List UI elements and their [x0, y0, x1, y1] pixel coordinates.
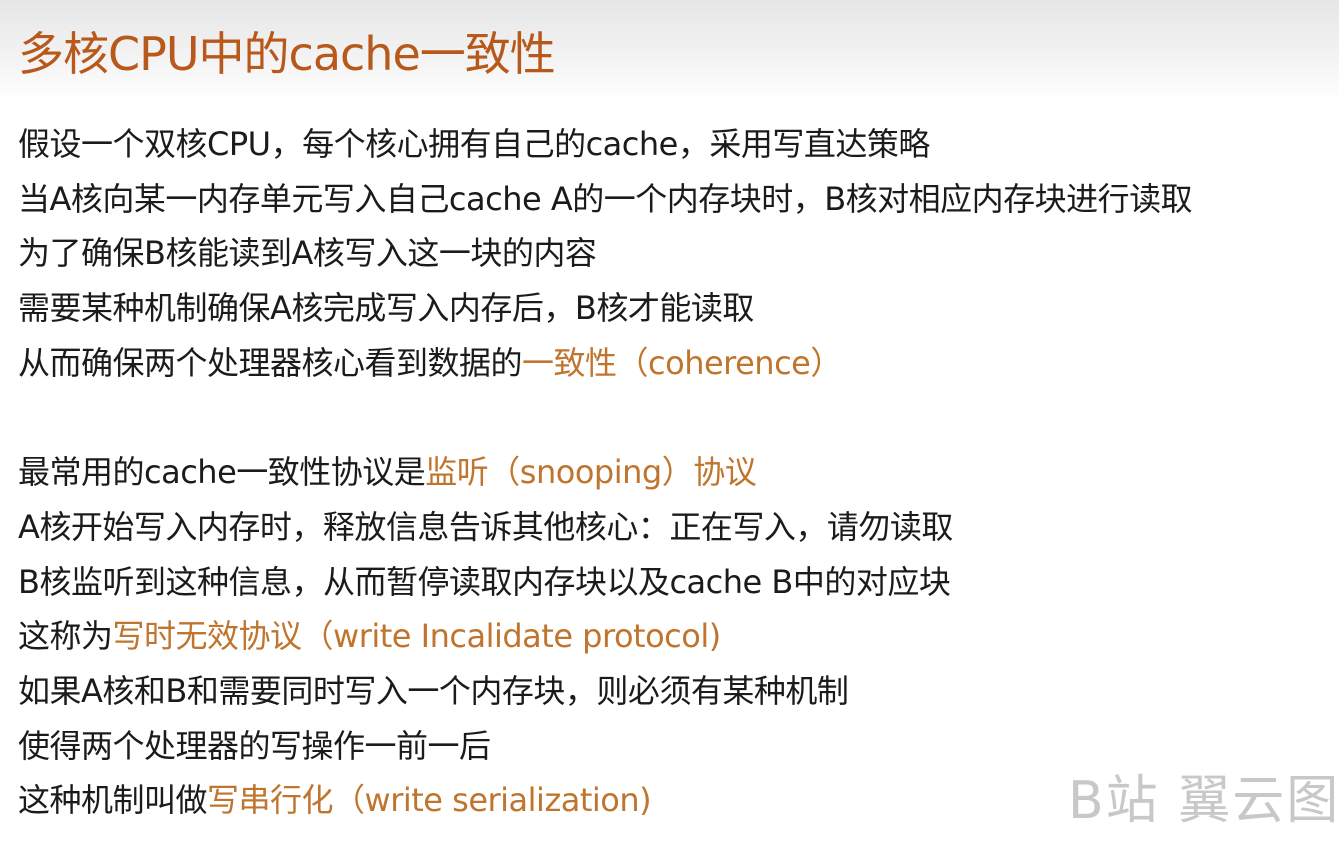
text-line: A核开始写入内存时，释放信息告诉其他核心：正在写入，请勿读取: [18, 500, 1333, 555]
highlight-term: 一致性（coherence）: [522, 343, 842, 382]
line-text: 这称为: [18, 617, 113, 656]
line-text: A核开始写入内存时，释放信息告诉其他核心：正在写入，请勿读取: [18, 507, 953, 546]
text-line: 从而确保两个处理器核心看到数据的一致性（coherence）: [18, 336, 1333, 391]
text-line: 当A核向某一内存单元写入自己cache A的一个内存块时，B核对相应内存块进行读…: [18, 172, 1333, 227]
line-text: 使得两个处理器的写操作一前一后: [18, 726, 491, 765]
slide-title: 多核CPU中的cache一致性: [18, 27, 556, 81]
slide-content: 假设一个双核CPU，每个核心拥有自己的cache，采用写直达策略 当A核向某一内…: [18, 117, 1333, 828]
line-text: 假设一个双核CPU，每个核心拥有自己的cache，采用写直达策略: [18, 125, 930, 163]
text-line: 最常用的cache一致性协议是监听（snooping）协议: [18, 445, 1333, 500]
line-text: 这种机制叫做: [18, 781, 208, 820]
text-line: B核监听到这种信息，从而暂停读取内存块以及cache B中的对应块: [18, 555, 1333, 610]
text-line: 如果A核和B和需要同时写入一个内存块，则必须有某种机制: [18, 664, 1333, 719]
text-line: 这称为写时无效协议（write Incalidate protocol): [18, 609, 1333, 664]
title-bar: 多核CPU中的cache一致性: [0, 0, 1339, 104]
text-line: 为了确保B核能读到A核写入这一块的内容: [18, 226, 1333, 281]
line-text: 需要某种机制确保A核完成写入内存后，B核才能读取: [18, 289, 754, 328]
line-text: 从而确保两个处理器核心看到数据的: [18, 343, 523, 382]
text-line: 需要某种机制确保A核完成写入内存后，B核才能读取: [18, 281, 1333, 336]
line-text: B核监听到这种信息，从而暂停读取内存块以及cache B中的对应块: [18, 562, 951, 601]
line-text: 为了确保B核能读到A核写入这一块的内容: [18, 234, 597, 273]
highlight-term: 写串行化（write serialization): [207, 781, 652, 820]
highlight-term: 监听（snooping）协议: [425, 453, 757, 492]
line-text: 最常用的cache一致性协议是: [18, 453, 426, 492]
highlight-term: 写时无效协议（write Incalidate protocol): [112, 617, 722, 656]
bilibili-watermark: B站 翼云图: [1068, 771, 1339, 831]
text-line: 假设一个双核CPU，每个核心拥有自己的cache，采用写直达策略: [18, 117, 1333, 172]
line-text: 当A核向某一内存单元写入自己cache A的一个内存块时，B核对相应内存块进行读…: [18, 179, 1193, 218]
line-text: 如果A核和B和需要同时写入一个内存块，则必须有某种机制: [18, 671, 849, 710]
